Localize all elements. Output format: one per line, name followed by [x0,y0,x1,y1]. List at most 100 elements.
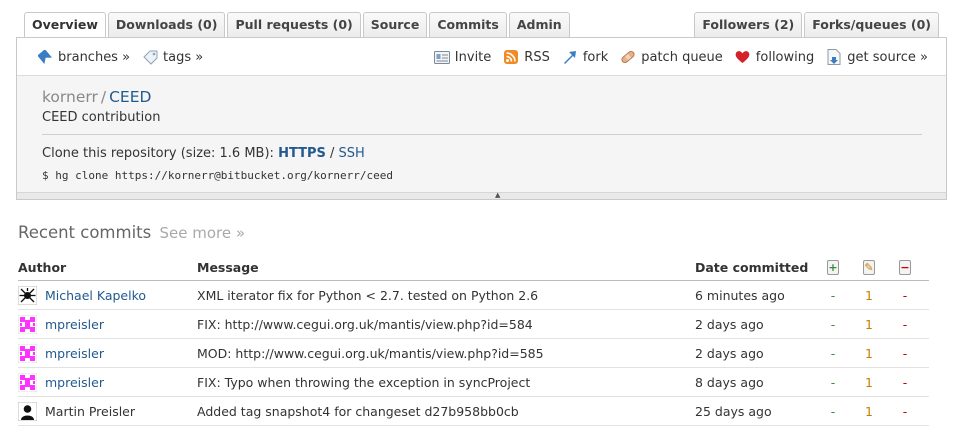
commit-row[interactable]: Martin Preisler Added tag snapshot4 for … [17,397,929,426]
commit-message[interactable]: Added tag snapshot4 for changeset d27b95… [197,397,519,425]
bandage-icon [620,49,636,65]
commit-message[interactable]: FIX: Typo when throwing the exception in… [197,368,530,396]
tab-overview[interactable]: Overview [24,12,106,39]
author-link[interactable]: mpreisler [45,375,104,390]
patch-queue-button[interactable]: patch queue [620,49,723,65]
added-count: - [830,287,836,303]
repo-toolbar: branches » tags » Invite RSS fork patch … [17,38,946,76]
patch-queue-label: patch queue [641,49,723,65]
branches-menu[interactable]: branches » [37,49,130,65]
added-count: - [830,374,836,390]
commit-author: mpreisler [17,368,104,396]
commit-row[interactable]: mpreisler FIX: Typo when throwing the ex… [17,368,929,397]
rss-label: RSS [524,49,550,65]
removed-count: - [902,316,908,332]
removed-count: - [902,374,908,390]
clone-https-link[interactable]: HTTPS [278,146,326,161]
following-label: following [755,49,815,65]
message-column-header: Message [197,260,259,275]
modified-count: 1 [865,316,873,332]
commit-author: mpreisler [17,339,104,367]
commit-author: mpreisler [17,310,104,338]
recent-commits-heading: Recent commits See more » [18,223,245,242]
repo-title-separator: / [100,88,107,106]
added-column-header: + [827,255,839,280]
repo-tabs: Overview Downloads (0) Pull requests (0)… [24,12,570,39]
added-count: - [830,316,836,332]
removed-files-icon: − [899,260,911,275]
collapse-toggle[interactable]: ▲ [17,192,946,199]
download-page-icon [826,49,842,65]
author-column-header: Author [18,260,67,275]
commit-row[interactable]: mpreisler MOD: http://www.cegui.org.uk/m… [17,339,929,368]
repo-owner-link[interactable]: kornerr [42,88,98,106]
clone-label: Clone this repository (size: 1.6 MB): [42,146,274,161]
modified-count: 1 [865,287,873,303]
clone-command[interactable]: $ hg clone https://kornerr@bitbucket.org… [42,169,393,182]
invite-label: Invite [454,49,492,65]
commit-author: Martin Preisler [17,397,136,425]
tab-followers[interactable]: Followers (2) [694,12,803,38]
tags-menu[interactable]: tags » [142,49,203,65]
invite-button[interactable]: Invite [433,49,492,65]
author-link[interactable]: Michael Kapelko [45,288,146,303]
repo-description: CEED contribution [42,110,161,125]
added-count: - [830,403,836,419]
identicon-avatar-icon [17,343,38,363]
commit-message[interactable]: MOD: http://www.cegui.org.uk/mantis/view… [197,339,544,367]
heart-icon [735,49,751,65]
repo-title: kornerr / CEED [42,88,151,106]
get-source-menu[interactable]: get source » [826,49,928,65]
tab-source[interactable]: Source [362,12,428,38]
commit-date: 6 minutes ago [695,287,785,303]
commits-table-header: Author Message Date committed + ✎ − [18,255,929,281]
tab-forks-queues[interactable]: Forks/queues (0) [804,12,939,38]
tab-pull-requests[interactable]: Pull requests (0) [227,12,361,38]
tag-icon [142,49,158,65]
modified-column-header: ✎ [863,255,875,280]
author-name: Martin Preisler [45,403,136,419]
commit-row[interactable]: Michael Kapelko XML iterator fix for Pyt… [17,281,929,310]
added-count: - [830,345,836,361]
tags-label: tags » [163,49,204,65]
fork-icon [562,49,578,65]
rss-link[interactable]: RSS [503,49,550,65]
repo-divider [42,134,922,135]
removed-count: - [902,403,908,419]
repo-info: kornerr / CEED CEED contribution Clone thi… [17,76,946,199]
see-more-link[interactable]: See more » [159,224,245,242]
fork-label: fork [582,49,609,65]
author-link[interactable]: mpreisler [45,346,104,361]
spider-avatar-icon [17,285,38,305]
modified-count: 1 [865,345,873,361]
rss-icon [503,49,519,65]
date-column-header: Date committed [695,260,809,275]
removed-count: - [902,345,908,361]
modified-files-icon: ✎ [863,260,875,275]
tab-commits[interactable]: Commits [429,12,507,38]
clone-ssh-link[interactable]: SSH [339,146,365,161]
tab-downloads[interactable]: Downloads (0) [107,12,226,38]
commit-date: 25 days ago [695,403,772,419]
commit-message[interactable]: XML iterator fix for Python < 2.7. teste… [197,281,538,309]
author-link[interactable]: mpreisler [45,317,104,332]
get-source-label: get source » [847,49,928,65]
repo-overview-panel: branches » tags » Invite RSS fork patch … [16,37,947,200]
repo-name-link[interactable]: CEED [109,88,151,106]
commit-row[interactable]: mpreisler FIX: http://www.cegui.org.uk/m… [17,310,929,339]
added-files-icon: + [827,260,839,275]
commits-table: Author Message Date committed + ✎ − Mich… [17,255,929,426]
id-card-icon [433,49,450,65]
identicon-avatar-icon [17,314,38,334]
silhouette-avatar-icon [17,401,38,421]
commit-message[interactable]: FIX: http://www.cegui.org.uk/mantis/view… [197,310,533,338]
fork-button[interactable]: fork [562,49,608,65]
identicon-avatar-icon [17,372,38,392]
branches-label: branches » [58,49,131,65]
commit-date: 2 days ago [695,345,764,361]
following-toggle[interactable]: following [735,49,814,65]
recent-commits-title: Recent commits [18,223,152,242]
tab-admin[interactable]: Admin [508,12,570,38]
clone-protocol-separator: / [330,146,335,161]
removed-column-header: − [899,255,911,280]
